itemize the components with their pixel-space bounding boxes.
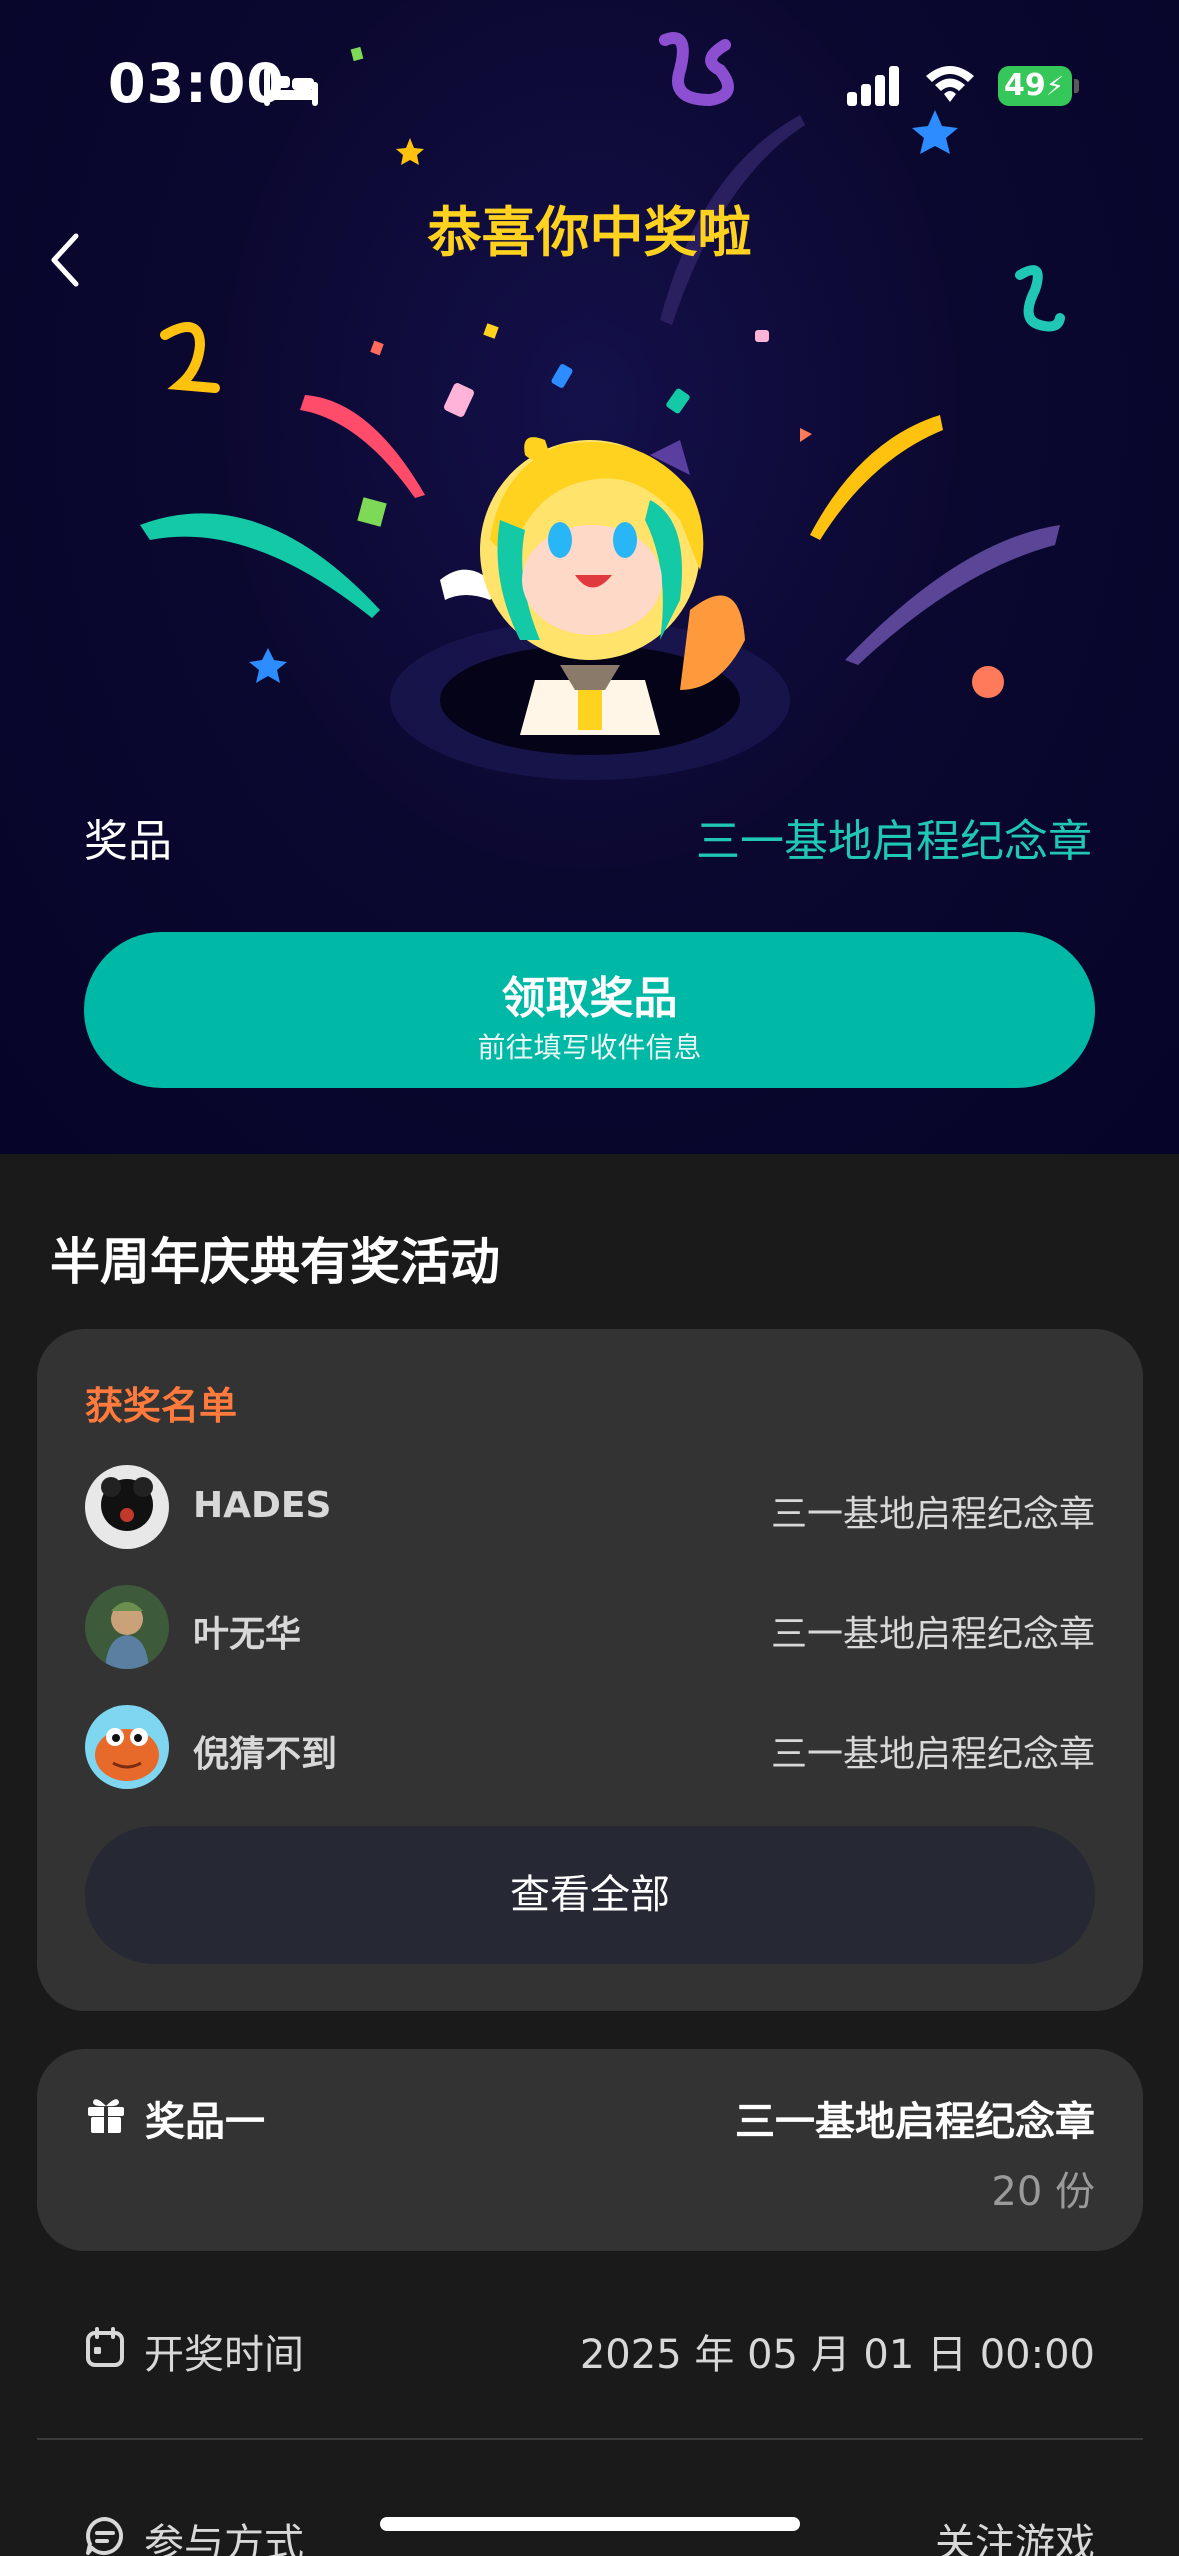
cellular-signal-icon xyxy=(847,66,899,106)
home-indicator[interactable] xyxy=(380,2517,800,2531)
winners-card: 获奖名单 HADES 三一基地启程纪念章 叶无华 三一基地启程纪念章 倪猜不到 … xyxy=(37,1329,1143,2011)
draw-time-row: 开奖时间 2025 年 05 月 01 日 00:00 xyxy=(84,2316,1095,2378)
avatar xyxy=(85,1585,169,1669)
winners-title: 获奖名单 xyxy=(85,1384,238,1428)
divider xyxy=(37,2438,1143,2440)
winner-name: 叶无华 xyxy=(193,1614,302,1655)
winner-row[interactable]: 倪猜不到 三一基地启程纪念章 xyxy=(85,1705,1095,1789)
battery-level: 49⚡ xyxy=(998,66,1072,106)
winner-name: HADES xyxy=(193,1485,332,1526)
winner-prize: 三一基地启程纪念章 xyxy=(770,1494,1095,1535)
congrats-title: 恭喜你中奖啦 xyxy=(427,201,752,264)
view-all-button[interactable]: 查看全部 xyxy=(85,1826,1095,1964)
wifi-icon xyxy=(926,66,974,102)
participation-label: 参与方式 xyxy=(144,2521,304,2556)
draw-time-label: 开奖时间 xyxy=(144,2332,304,2378)
charging-bolt-icon: ⚡ xyxy=(1045,72,1065,102)
battery-cap xyxy=(1074,79,1079,93)
winner-prize: 三一基地启程纪念章 xyxy=(770,1734,1095,1775)
prize-name: 三一基地启程纪念章 xyxy=(696,816,1092,867)
battery-indicator: 49⚡ xyxy=(998,66,1080,106)
participation-value: 关注游戏 xyxy=(935,2521,1095,2556)
chat-bubble-icon xyxy=(86,2517,123,2555)
claim-prize-label: 领取奖品 xyxy=(501,973,678,1024)
prize-item-card: 奖品一 三一基地启程纪念章 20 份 xyxy=(37,2049,1143,2251)
status-time: 03:00 xyxy=(108,52,285,115)
gift-icon xyxy=(88,2099,124,2133)
avatar xyxy=(85,1465,169,1549)
status-bar: 03:00 49⚡ xyxy=(0,0,1179,150)
prize-item-label: 奖品一 xyxy=(145,2099,265,2145)
avatar xyxy=(85,1705,169,1789)
claim-prize-button[interactable]: 领取奖品 前往填写收件信息 xyxy=(84,932,1095,1088)
winner-row[interactable]: 叶无华 三一基地启程纪念章 xyxy=(85,1585,1095,1669)
activity-title: 半周年庆典有奖活动 xyxy=(50,1233,500,1291)
calendar-icon xyxy=(86,2327,124,2367)
battery-percent: 49 xyxy=(1004,68,1046,103)
prize-label: 奖品 xyxy=(84,816,172,867)
page: 03:00 49⚡ 恭喜你中奖啦 奖品 三一基地启程纪念章 领取奖品 前往填写收… xyxy=(0,0,1179,2556)
prize-item-name: 三一基地启程纪念章 xyxy=(735,2099,1095,2145)
claim-prize-sublabel: 前往填写收件信息 xyxy=(477,1031,702,1064)
prize-hero: 03:00 49⚡ 恭喜你中奖啦 奖品 三一基地启程纪念章 领取奖品 前往填写收… xyxy=(0,0,1179,1154)
draw-time-value: 2025 年 05 月 01 日 00:00 xyxy=(579,2332,1095,2378)
sleep-focus-icon xyxy=(264,68,318,106)
winner-name: 倪猜不到 xyxy=(193,1734,338,1775)
prize-item-count: 20 份 xyxy=(991,2169,1095,2215)
winner-row[interactable]: HADES 三一基地启程纪念章 xyxy=(85,1465,1095,1549)
winner-prize: 三一基地启程纪念章 xyxy=(770,1614,1095,1655)
